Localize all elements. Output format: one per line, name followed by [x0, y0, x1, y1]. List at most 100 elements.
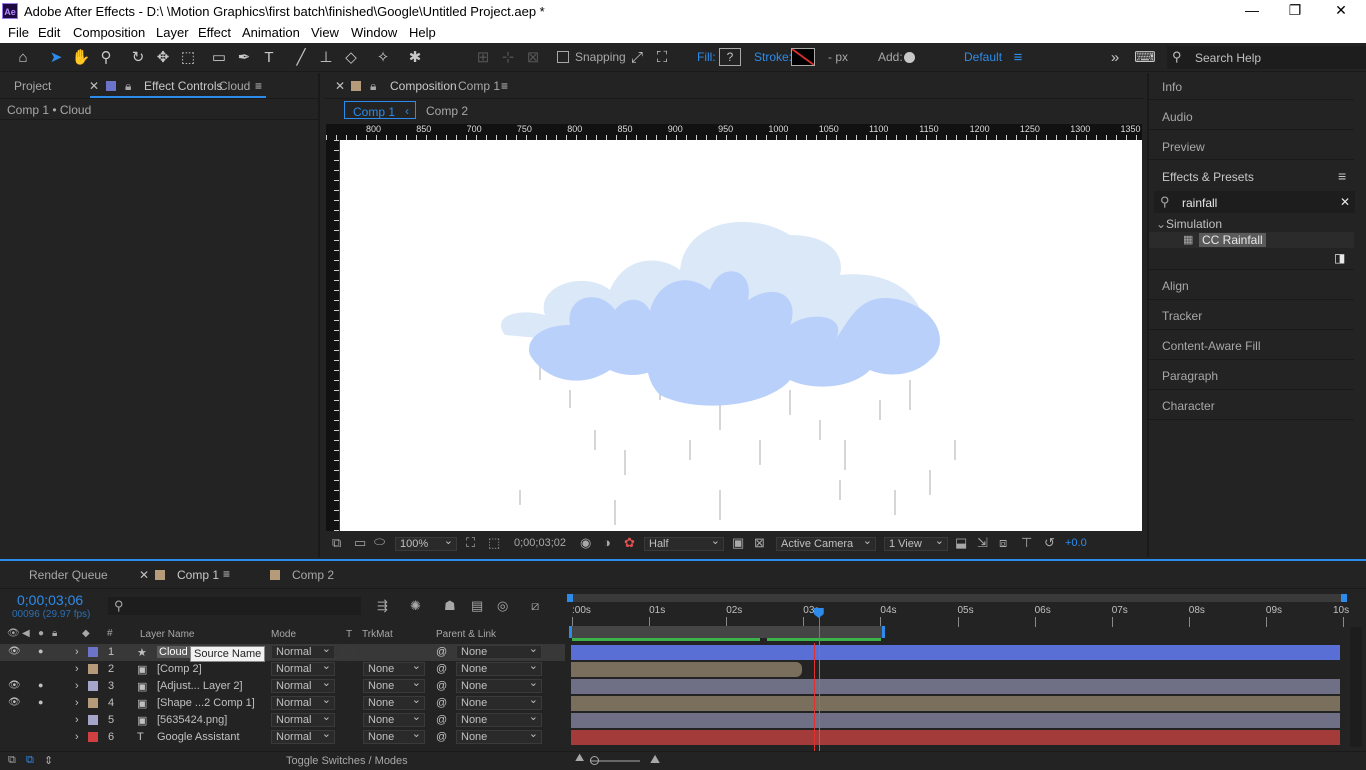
pan-behind-tool-icon[interactable]: ⬚: [177, 47, 199, 69]
parent-dropdown[interactable]: None: [456, 677, 542, 693]
parent-dropdown[interactable]: None: [456, 643, 542, 659]
preserve-transparency-box[interactable]: [342, 646, 354, 658]
pickwhip-icon[interactable]: @: [436, 714, 447, 726]
pickwhip-icon[interactable]: @: [436, 697, 447, 709]
mode-dropdown[interactable]: Normal: [271, 711, 335, 727]
menu-file[interactable]: File: [8, 25, 29, 40]
toggle-pixel-aspect-icon[interactable]: ⬓: [955, 535, 967, 551]
close-icon[interactable]: ✕: [335, 79, 345, 93]
trkmat-dropdown[interactable]: None: [363, 694, 425, 710]
panel-menu-icon[interactable]: ≡: [255, 79, 262, 93]
fast-preview-icon[interactable]: ▣: [732, 535, 744, 551]
close-button[interactable]: ✕: [1326, 2, 1356, 19]
solo-icon[interactable]: ●: [38, 680, 43, 690]
menu-composition[interactable]: Composition: [73, 25, 145, 40]
zoom-out-icon[interactable]: ⛰: [575, 752, 584, 765]
playhead[interactable]: [818, 611, 820, 751]
lock-icon[interactable]: 🔒︎: [125, 79, 131, 94]
layer-duration-bar[interactable]: [571, 645, 1340, 660]
table-row[interactable]: 👁︎ ● › 1 ★ Cloud Normal @ None: [0, 643, 565, 661]
panel-menu-icon[interactable]: ≡: [501, 79, 508, 93]
solo-icon[interactable]: ●: [38, 646, 43, 656]
effects-presets-panel[interactable]: Effects & Presets: [1162, 170, 1254, 184]
character-panel[interactable]: Character: [1162, 399, 1215, 413]
audio-switch-icon[interactable]: ◀: [22, 628, 30, 639]
parent-dropdown[interactable]: None: [456, 711, 542, 727]
layer-name[interactable]: Google Assistant: [157, 731, 240, 743]
stroke-label[interactable]: Stroke:: [754, 50, 792, 64]
transfer-controls-icon[interactable]: ⧉: [26, 754, 34, 767]
layer-label-color[interactable]: [88, 732, 98, 742]
resolution-dropdown[interactable]: Half: [644, 535, 724, 551]
tab-render-queue[interactable]: Render Queue: [29, 568, 108, 582]
layer-name[interactable]: [Comp 2]: [157, 663, 202, 675]
parent-dropdown[interactable]: None: [456, 660, 542, 676]
tab-comp-2-timeline[interactable]: Comp 2: [292, 568, 334, 582]
tab-comp-2[interactable]: Comp 2: [426, 104, 468, 118]
layer-name[interactable]: [Shape ...2 Comp 1]: [157, 697, 255, 709]
fast-draft-icon[interactable]: ⇲: [977, 535, 988, 551]
monitor-icon[interactable]: ▭: [354, 535, 366, 551]
zoom-in-icon[interactable]: ⛰: [650, 752, 660, 767]
zoom-dropdown[interactable]: 100%: [395, 535, 457, 551]
camera-tool-icon[interactable]: ✥: [152, 47, 174, 69]
mode-dropdown[interactable]: Normal: [271, 694, 335, 710]
solo-icon[interactable]: ●: [38, 697, 43, 707]
effect-controls-layer[interactable]: Cloud: [219, 79, 250, 93]
frame-blending-icon[interactable]: ▤: [471, 598, 483, 614]
always-preview-icon[interactable]: ⧉: [332, 535, 341, 551]
menu-help[interactable]: Help: [409, 25, 436, 40]
table-row[interactable]: › 5 ▣ [5635424.png] Normal None @ None: [0, 711, 565, 729]
menu-effect[interactable]: Effect: [198, 25, 231, 40]
brush-tool-icon[interactable]: ╱: [290, 47, 312, 69]
table-row[interactable]: 👁︎ ● › 3 ▣ [Adjust... Layer 2] Normal None @ None: [0, 677, 565, 695]
home-icon[interactable]: ⌂: [12, 47, 34, 69]
layer-duration-bar[interactable]: [571, 696, 1340, 711]
tracker-panel[interactable]: Tracker: [1162, 309, 1202, 323]
menu-animation[interactable]: Animation: [242, 25, 300, 40]
mode-dropdown[interactable]: Normal: [271, 728, 335, 744]
selection-tool-icon[interactable]: ➤: [45, 47, 67, 69]
type-tool-icon[interactable]: T: [258, 47, 280, 69]
current-time-display[interactable]: 0;00;03;02: [514, 537, 566, 549]
stroke-swatch[interactable]: [791, 48, 815, 66]
layer-name[interactable]: Cloud: [157, 646, 190, 658]
color-channels-icon[interactable]: ✿: [624, 535, 635, 551]
minimize-button[interactable]: —: [1237, 2, 1267, 18]
layer-label-color[interactable]: [88, 698, 98, 708]
timeline-scrollbar[interactable]: [1350, 627, 1362, 747]
audio-panel[interactable]: Audio: [1162, 110, 1193, 124]
fill-swatch[interactable]: ?: [719, 48, 741, 66]
fill-label[interactable]: Fill:: [697, 50, 716, 64]
eraser-tool-icon[interactable]: ◇: [340, 47, 362, 69]
effect-row[interactable]: ▦ CC Rainfall: [1149, 232, 1354, 248]
layer-duration-bar[interactable]: [571, 713, 1340, 728]
menu-window[interactable]: Window: [351, 25, 397, 40]
roto-brush-tool-icon[interactable]: ✧: [372, 47, 394, 69]
stroke-width[interactable]: - px: [828, 50, 848, 64]
layer-switches-icon[interactable]: ⧉: [8, 754, 16, 767]
pickwhip-icon[interactable]: @: [436, 663, 447, 675]
layer-name[interactable]: [5635424.png]: [157, 714, 227, 726]
mode-dropdown[interactable]: Normal: [271, 643, 335, 659]
hand-tool-icon[interactable]: ✋: [70, 47, 92, 69]
time-ruler[interactable]: :00s 01s 02s 03s 04s 05s 06s 07s 08s 09s 10s: [567, 603, 1349, 627]
close-icon[interactable]: ✕: [89, 79, 99, 93]
chevron-down-icon[interactable]: ⌄: [1156, 217, 1166, 231]
chevron-right-icon[interactable]: ›: [75, 714, 79, 726]
mode-dropdown[interactable]: Normal: [271, 660, 335, 676]
simulation-category[interactable]: Simulation: [1166, 217, 1222, 231]
trkmat-dropdown[interactable]: None: [363, 711, 425, 727]
visibility-icon[interactable]: 👁︎: [8, 646, 21, 657]
transparency-grid-icon[interactable]: ⊠: [754, 535, 765, 551]
camera-view-dropdown[interactable]: Active Camera: [776, 535, 876, 551]
sync-settings-icon[interactable]: ⌨: [1134, 47, 1156, 69]
menu-layer[interactable]: Layer: [156, 25, 189, 40]
region-of-interest-icon[interactable]: ⬚: [488, 535, 500, 551]
tab-effect-controls[interactable]: Effect Controls: [144, 79, 222, 93]
pickwhip-icon[interactable]: @: [436, 646, 447, 658]
align-panel[interactable]: Align: [1162, 279, 1189, 293]
panel-menu-icon[interactable]: ≡: [1338, 168, 1346, 184]
layer-name-header[interactable]: Layer Name: [140, 629, 194, 640]
table-row[interactable]: › 6 T Google Assistant Normal None @ None: [0, 728, 565, 746]
